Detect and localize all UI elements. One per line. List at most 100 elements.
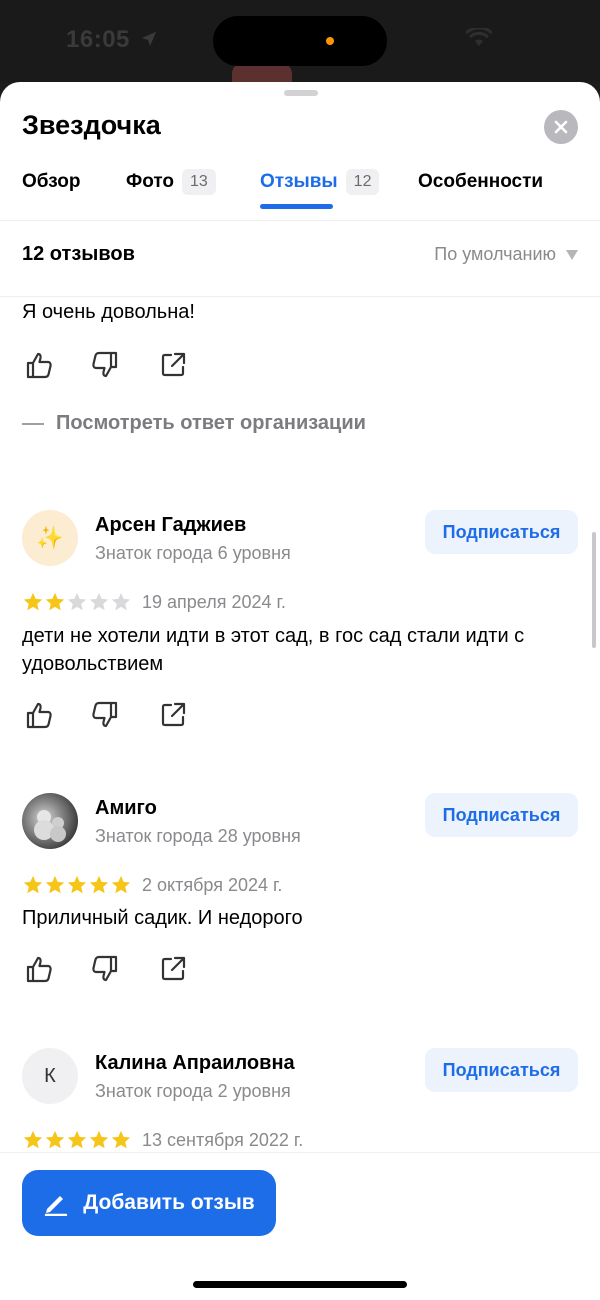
dash-divider — [22, 422, 44, 425]
tab-bar: Обзор Фото 13 Отзывы 12 Особенности — [0, 164, 600, 221]
review-rating-row: 2 октября 2024 г. — [22, 873, 282, 897]
thumbs-up-icon — [26, 352, 52, 379]
review-author[interactable]: Амиго — [95, 797, 157, 820]
star-filled-icon — [111, 1130, 131, 1149]
author-level: Знаток города 28 уровня — [95, 826, 301, 846]
tab-count-badge: 12 — [345, 169, 380, 195]
review-actions — [22, 954, 192, 988]
close-icon — [554, 120, 568, 134]
home-indicator — [193, 1281, 407, 1288]
star-empty-icon — [111, 592, 131, 611]
author-level: Знаток города 2 уровня — [95, 1081, 291, 1101]
review-text: Я очень довольна! — [22, 301, 195, 323]
tab-label: Особенности — [418, 171, 544, 192]
thumbs-up-icon — [26, 956, 52, 983]
share-button[interactable] — [158, 350, 192, 384]
place-card-sheet: Звездочка Обзор Фото 13 Отзывы 12 Особен… — [0, 82, 600, 1300]
star-filled-icon — [67, 875, 87, 894]
share-icon — [161, 702, 186, 727]
dropdown-triangle-icon — [566, 249, 578, 260]
tab-label: Обзор — [22, 171, 81, 192]
place-title: Звездочка — [22, 110, 161, 140]
thumbs-up-icon — [26, 702, 52, 729]
subscribe-button[interactable]: Подписаться — [425, 793, 578, 837]
star-rating — [22, 874, 132, 896]
star-rating — [22, 591, 132, 613]
subscribe-button[interactable]: Подписаться — [425, 510, 578, 554]
star-filled-icon — [89, 1130, 109, 1149]
star-filled-icon — [45, 875, 65, 894]
dislike-button[interactable] — [90, 350, 124, 384]
sort-dropdown[interactable]: По умолчанию — [434, 244, 578, 265]
tab-reviews[interactable]: Отзывы 12 — [260, 164, 380, 220]
bottom-action-bar: Добавить отзыв — [0, 1152, 600, 1300]
tab-features[interactable]: Особенности — [418, 164, 543, 220]
star-filled-icon — [67, 1130, 87, 1149]
org-reply-link[interactable]: Посмотреть ответ организации — [22, 412, 366, 435]
dynamic-island — [213, 16, 387, 66]
review-date: 2 октября 2024 г. — [142, 874, 283, 895]
tab-label: Фото — [126, 171, 175, 192]
review-text: дети не хотели идти в этот сад, в гос са… — [22, 625, 525, 675]
org-reply-label: Посмотреть ответ организации — [56, 412, 366, 434]
thumbs-down-icon — [92, 701, 118, 728]
scrollbar-thumb[interactable] — [592, 532, 596, 648]
wifi-icon — [466, 28, 492, 46]
tab-photos[interactable]: Фото 13 — [126, 164, 216, 220]
share-button[interactable] — [158, 700, 192, 734]
thumbs-down-icon — [92, 351, 118, 378]
avatar[interactable]: ✨ — [22, 510, 78, 566]
star-filled-icon — [111, 875, 131, 894]
review-actions — [22, 700, 192, 734]
author-level: Знаток города 6 уровня — [95, 543, 291, 563]
sparkles-icon: ✨ — [36, 525, 64, 550]
star-empty-icon — [67, 592, 87, 611]
star-filled-icon — [89, 875, 109, 894]
star-filled-icon — [45, 592, 65, 611]
dislike-button[interactable] — [90, 954, 124, 988]
like-button[interactable] — [24, 954, 58, 988]
add-review-button[interactable]: Добавить отзыв — [22, 1170, 276, 1236]
tab-count-badge: 13 — [182, 169, 216, 195]
review-author[interactable]: Калина Апраиловна — [95, 1052, 295, 1075]
reviews-count: 12 отзывов — [22, 243, 135, 265]
share-button[interactable] — [158, 954, 192, 988]
review-actions — [22, 350, 192, 384]
status-bar: 16:05 — [0, 0, 600, 92]
avatar[interactable] — [22, 793, 78, 849]
tab-label: Отзывы — [260, 171, 338, 192]
reviews-header: 12 отзывов По умолчанию — [0, 222, 600, 297]
share-icon — [161, 956, 186, 981]
review-author[interactable]: Арсен Гаджиев — [95, 514, 246, 537]
review-date: 13 сентября 2022 г. — [142, 1129, 304, 1150]
like-button[interactable] — [24, 700, 58, 734]
thumbs-down-icon — [92, 955, 118, 982]
privacy-indicator-icon — [326, 37, 334, 45]
active-tab-indicator — [260, 204, 333, 209]
star-empty-icon — [89, 592, 109, 611]
review-date: 19 апреля 2024 г. — [142, 591, 286, 612]
dislike-button[interactable] — [90, 700, 124, 734]
star-filled-icon — [45, 1130, 65, 1149]
location-arrow-icon — [141, 31, 157, 47]
review-text: Приличный садик. И недорого — [22, 907, 303, 929]
avatar-letter: К — [44, 1064, 56, 1087]
status-time: 16:05 — [66, 26, 130, 53]
review-rating-row: 19 апреля 2024 г. — [22, 590, 286, 614]
sort-label: По умолчанию — [434, 244, 556, 264]
add-review-label: Добавить отзыв — [83, 1191, 255, 1214]
review-rating-row: 13 сентября 2022 г. — [22, 1128, 303, 1152]
tab-overview[interactable]: Обзор — [22, 164, 80, 220]
sheet-grabber[interactable] — [284, 90, 318, 96]
snowman-photo-icon — [34, 810, 66, 842]
share-icon — [161, 352, 186, 377]
star-filled-icon — [23, 592, 43, 611]
avatar[interactable]: К — [22, 1048, 78, 1104]
close-button[interactable] — [544, 110, 578, 144]
star-rating — [22, 1129, 132, 1151]
star-filled-icon — [23, 875, 43, 894]
pencil-icon — [45, 1196, 68, 1216]
star-filled-icon — [23, 1130, 43, 1149]
subscribe-button[interactable]: Подписаться — [425, 1048, 578, 1092]
like-button[interactable] — [24, 350, 58, 384]
